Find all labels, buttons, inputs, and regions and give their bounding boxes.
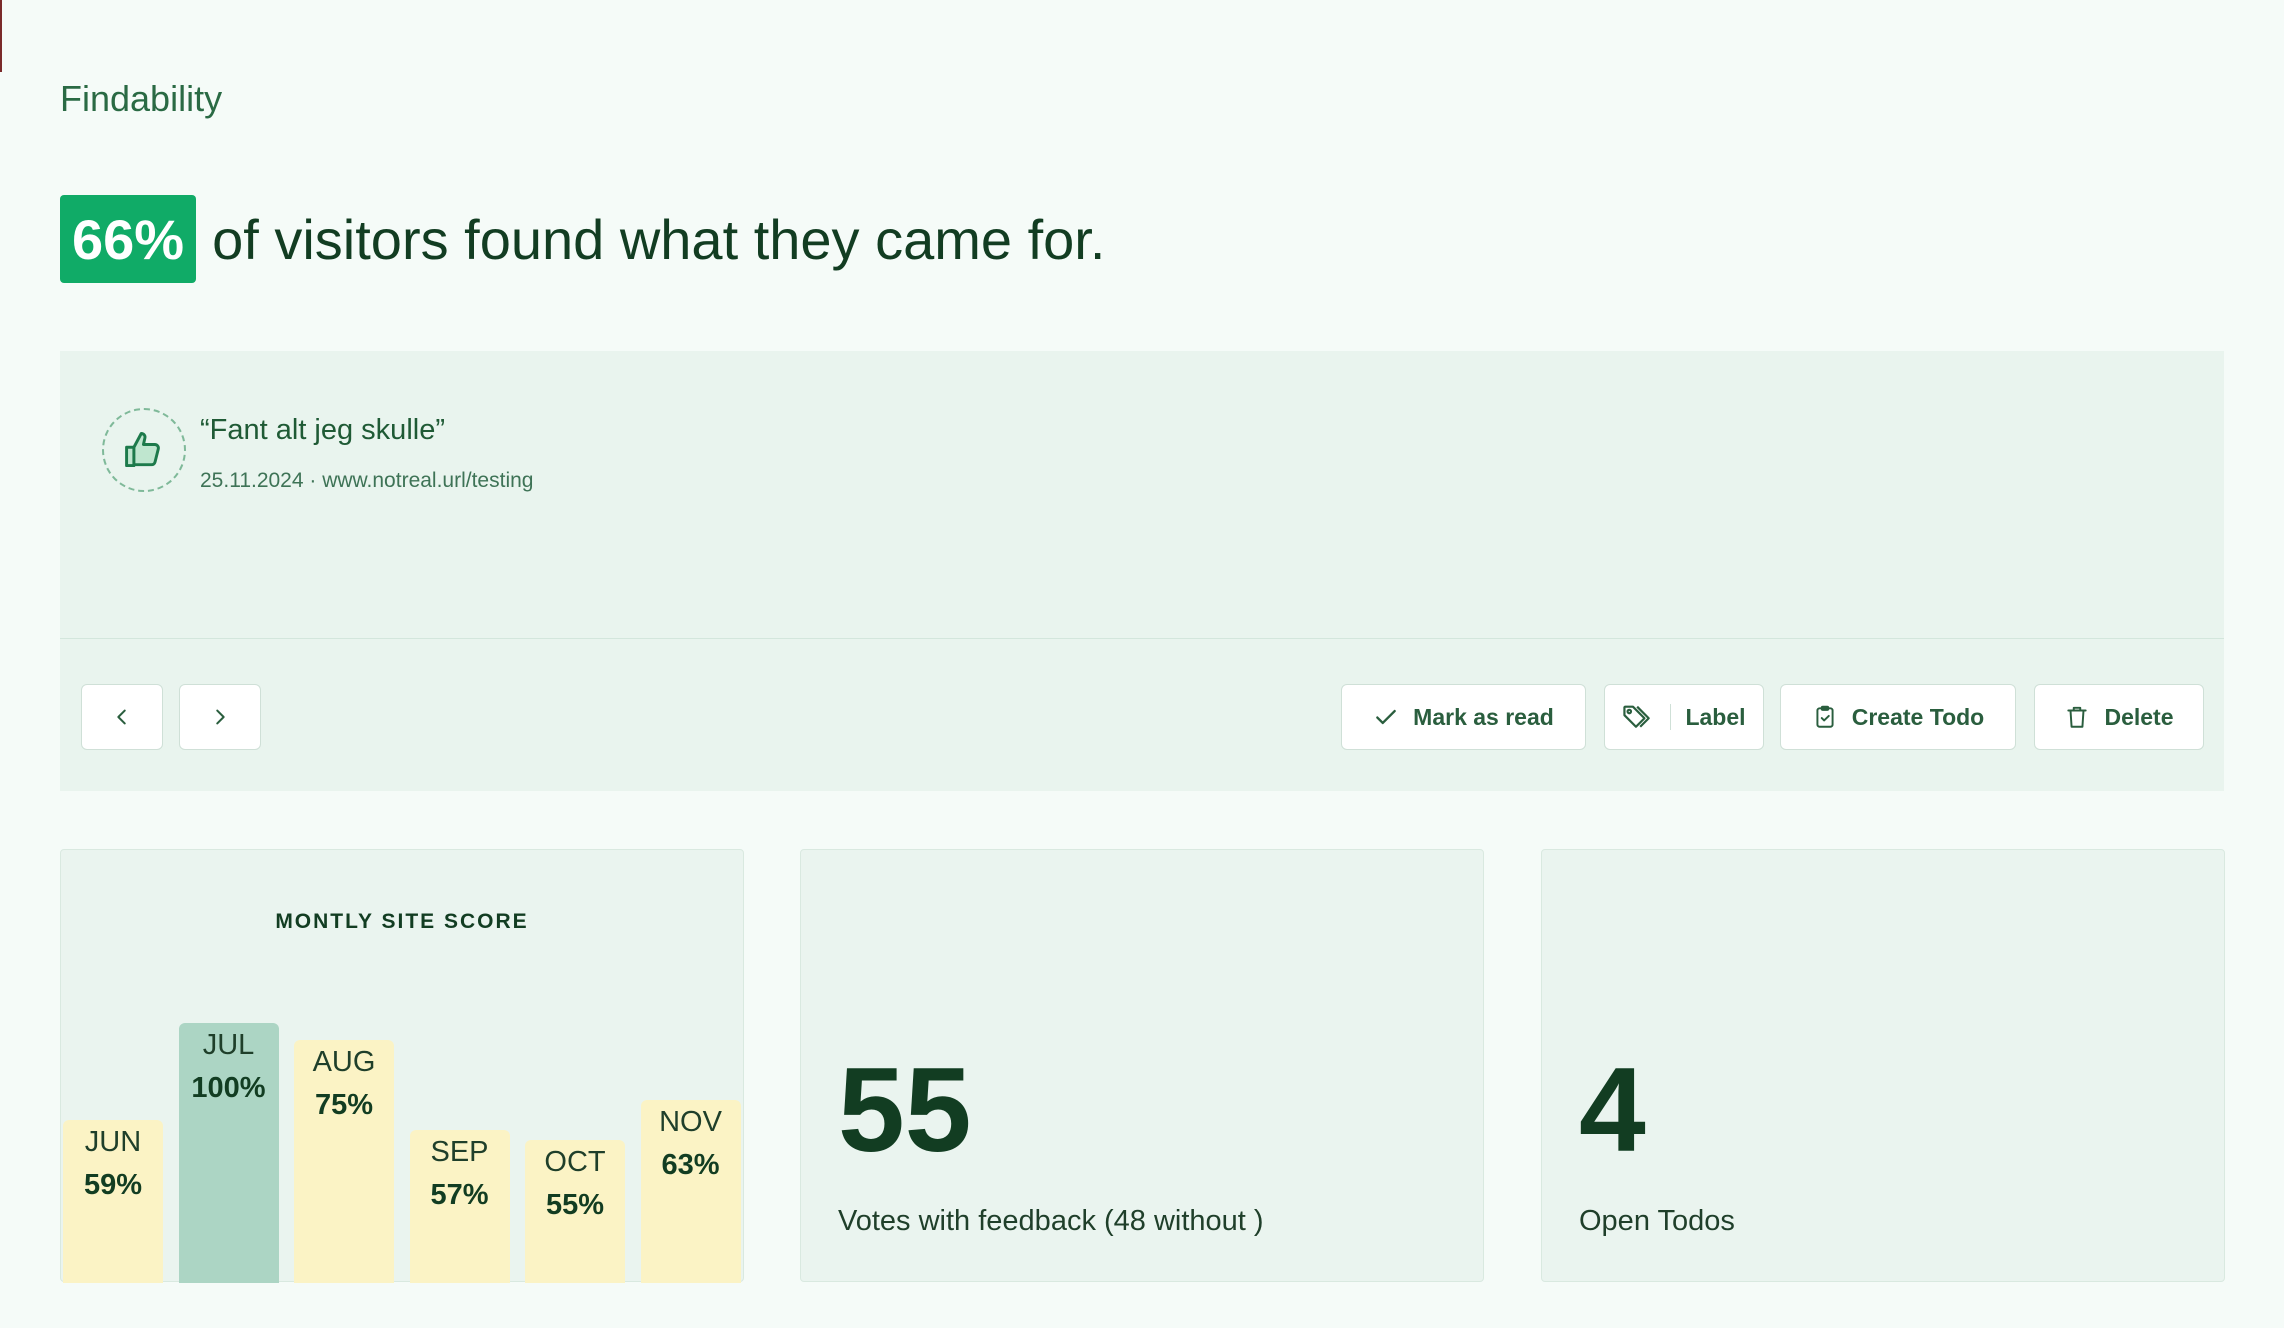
label-separator <box>1670 704 1672 730</box>
votes-caption: Votes with feedback (48 without ) <box>838 1205 1264 1237</box>
thumbs-up-icon <box>102 408 186 492</box>
delete-label: Delete <box>2104 703 2174 730</box>
bar-month-label: JUL <box>202 1029 255 1061</box>
bar-value-label: 57% <box>430 1179 489 1211</box>
delete-button[interactable]: Delete <box>2034 684 2204 750</box>
mark-as-read-button[interactable]: Mark as read <box>1341 684 1586 750</box>
next-button[interactable] <box>179 684 261 750</box>
bar-value-label: 100% <box>191 1072 266 1104</box>
findability-percent-badge: 66% <box>60 195 197 283</box>
todos-caption: Open Todos <box>1579 1205 1735 1237</box>
bar-month-label: OCT <box>544 1146 606 1178</box>
previous-button[interactable] <box>81 684 163 750</box>
findability-headline: 66% of visitors found what they came for… <box>60 195 1105 283</box>
chart-title: MONTLY SITE SCORE <box>275 910 529 933</box>
tags-icon <box>1622 702 1656 732</box>
bar-value-label: 75% <box>314 1089 374 1121</box>
check-icon <box>1373 704 1399 730</box>
bar-value-label: 63% <box>661 1149 720 1181</box>
divider <box>60 638 2224 639</box>
mark-as-read-label: Mark as read <box>1413 703 1554 730</box>
bar-sep: SEP 57% <box>409 1130 510 1283</box>
bar-value-label: 55% <box>545 1189 605 1221</box>
feedback-panel: “Fant alt jeg skulle” 25.11.2024 · www.n… <box>60 351 2224 791</box>
todos-count: 4 <box>1579 1043 1646 1177</box>
bar-aug: AUG 75% <box>294 1040 394 1283</box>
window-edge-mark <box>0 0 2 72</box>
clipboard-check-icon <box>1812 703 1838 731</box>
section-title: Findability <box>60 78 223 119</box>
create-todo-label: Create Todo <box>1851 703 1985 730</box>
feedback-meta[interactable]: 25.11.2024 · www.notreal.url/testing <box>200 469 533 493</box>
chevron-left-icon <box>111 706 133 728</box>
bar-month-label: AUG <box>312 1046 376 1078</box>
bar-value-label: 59% <box>83 1169 143 1201</box>
bar-month-label: NOV <box>659 1106 722 1138</box>
todos-card: 4 Open Todos <box>1541 849 2225 1282</box>
create-todo-button[interactable]: Create Todo <box>1780 684 2016 750</box>
trash-icon <box>2064 703 2090 731</box>
bar-nov: NOV 63% <box>640 1100 741 1283</box>
bar-jul: JUL 100% <box>178 1023 279 1283</box>
label-button-text: Label <box>1685 703 1746 730</box>
label-button[interactable]: Label <box>1604 684 1764 750</box>
headline-text: of visitors found what they came for. <box>212 207 1106 271</box>
monthly-score-card: JUN 59% JUL 100% AUG 75% SEP 57% OCT 55% NOV 63% MO… <box>60 849 744 1283</box>
feedback-quote: “Fant alt jeg skulle” <box>200 414 445 446</box>
votes-card: 55 Votes with feedback (48 without ) <box>800 849 1484 1282</box>
votes-count: 55 <box>838 1043 972 1177</box>
chevron-right-icon <box>209 706 231 728</box>
bar-month-label: JUN <box>84 1126 142 1158</box>
bar-jun: JUN 59% <box>63 1120 163 1283</box>
bar-month-label: SEP <box>430 1136 489 1168</box>
bar-oct: OCT 55% <box>525 1140 625 1283</box>
